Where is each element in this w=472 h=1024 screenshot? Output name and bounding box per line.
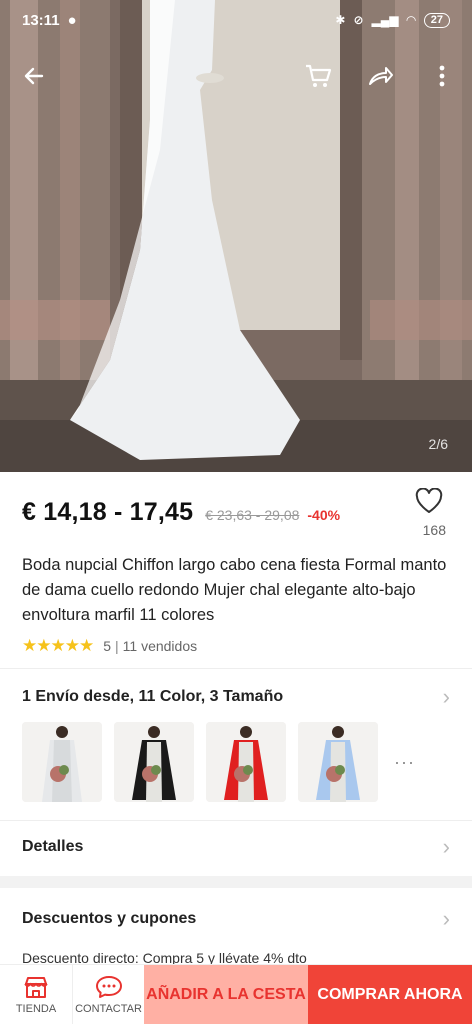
chevron-right-icon: › xyxy=(442,684,450,709)
variant-thumbnails: ··· xyxy=(22,722,415,802)
heart-icon xyxy=(415,487,443,513)
variant-thumb-lightblue[interactable] xyxy=(298,722,378,802)
add-to-cart-button[interactable]: AÑADIR A LA CESTA xyxy=(144,965,308,1024)
wishlist-button[interactable] xyxy=(414,487,444,519)
details-row[interactable]: Detalles › xyxy=(22,834,450,860)
contact-button[interactable]: CONTACTAR xyxy=(72,965,144,1024)
coupons-row[interactable]: Descuentos y cupones › xyxy=(22,906,450,932)
buy-now-button[interactable]: COMPRAR AHORA xyxy=(308,965,472,1024)
sold-count: 11 vendidos xyxy=(122,638,198,654)
store-label: TIENDA xyxy=(15,1002,57,1015)
location-icon: ● xyxy=(67,11,77,29)
product-title: Boda nupcial Chiffon largo cabo cena fie… xyxy=(22,556,447,624)
chevron-right-icon: › xyxy=(442,834,450,859)
discount-badge: -40% xyxy=(307,507,341,523)
bottom-action-bar: TIENDA CONTACTAR AÑADIR A LA CESTA COMPR… xyxy=(0,964,472,1024)
signal-icon: ▂▄▆ xyxy=(371,13,399,27)
image-page-indicator: 2/6 xyxy=(428,436,448,452)
wishlist-count: 168 xyxy=(422,522,446,538)
wifi-icon: ◠ xyxy=(406,13,416,27)
variant-thumb-white[interactable] xyxy=(22,722,102,802)
variant-thumb-red[interactable] xyxy=(206,722,286,802)
share-button[interactable] xyxy=(362,58,398,94)
store-icon xyxy=(24,976,48,998)
product-image-carousel[interactable]: 13:11 ● ✱ ⊘ ▂▄▆ ◠ 27 2/6 xyxy=(0,0,472,472)
status-bar: 13:11 ● ✱ ⊘ ▂▄▆ ◠ 27 xyxy=(0,0,472,40)
rating-value: 5 xyxy=(103,638,111,654)
coupons-label: Descuentos y cupones xyxy=(22,910,197,927)
original-price: € 23,63 - 29,08 xyxy=(205,507,300,523)
more-options-button[interactable] xyxy=(424,58,460,94)
mute-icon: ⊘ xyxy=(353,13,364,27)
black-cape-dress-thumbnail xyxy=(114,722,194,802)
store-button[interactable]: TIENDA xyxy=(0,965,72,1024)
back-arrow-icon xyxy=(24,67,44,85)
red-cape-dress-thumbnail xyxy=(206,722,286,802)
chat-icon xyxy=(95,975,122,998)
cart-button[interactable] xyxy=(300,58,336,94)
section-separator xyxy=(0,876,472,888)
cart-icon xyxy=(306,64,332,87)
price-row: € 14,18 - 17,45 € 23,63 - 29,08 -40% xyxy=(22,498,450,534)
shipping-options-row[interactable]: 1 Envío desde, 11 Color, 3 Tamaño › xyxy=(22,684,450,710)
more-variants[interactable]: ··· xyxy=(394,752,415,773)
back-button[interactable] xyxy=(16,58,52,94)
chevron-right-icon: › xyxy=(442,906,450,931)
star-rating-icon: ★★★★★ xyxy=(22,636,94,655)
status-time: 13:11 xyxy=(22,11,60,29)
bluetooth-icon: ✱ xyxy=(335,13,346,27)
lightblue-cape-dress-thumbnail xyxy=(298,722,378,802)
share-icon xyxy=(369,67,393,85)
rating-separator: | xyxy=(115,638,119,654)
white-cape-dress-thumbnail xyxy=(22,722,102,802)
contact-label: CONTACTAR xyxy=(75,1002,142,1015)
product-photo xyxy=(0,0,472,472)
variant-thumb-black[interactable] xyxy=(114,722,194,802)
price: € 14,18 - 17,45 xyxy=(22,498,194,526)
battery-icon: 27 xyxy=(423,12,450,28)
divider xyxy=(0,668,472,669)
more-vert-icon xyxy=(439,65,445,87)
divider xyxy=(0,820,472,821)
details-label: Detalles xyxy=(22,838,84,855)
options-summary: 1 Envío desde, 11 Color, 3 Tamaño xyxy=(22,688,284,705)
rating-row[interactable]: ★★★★★ 5 | 11 vendidos xyxy=(22,636,197,656)
